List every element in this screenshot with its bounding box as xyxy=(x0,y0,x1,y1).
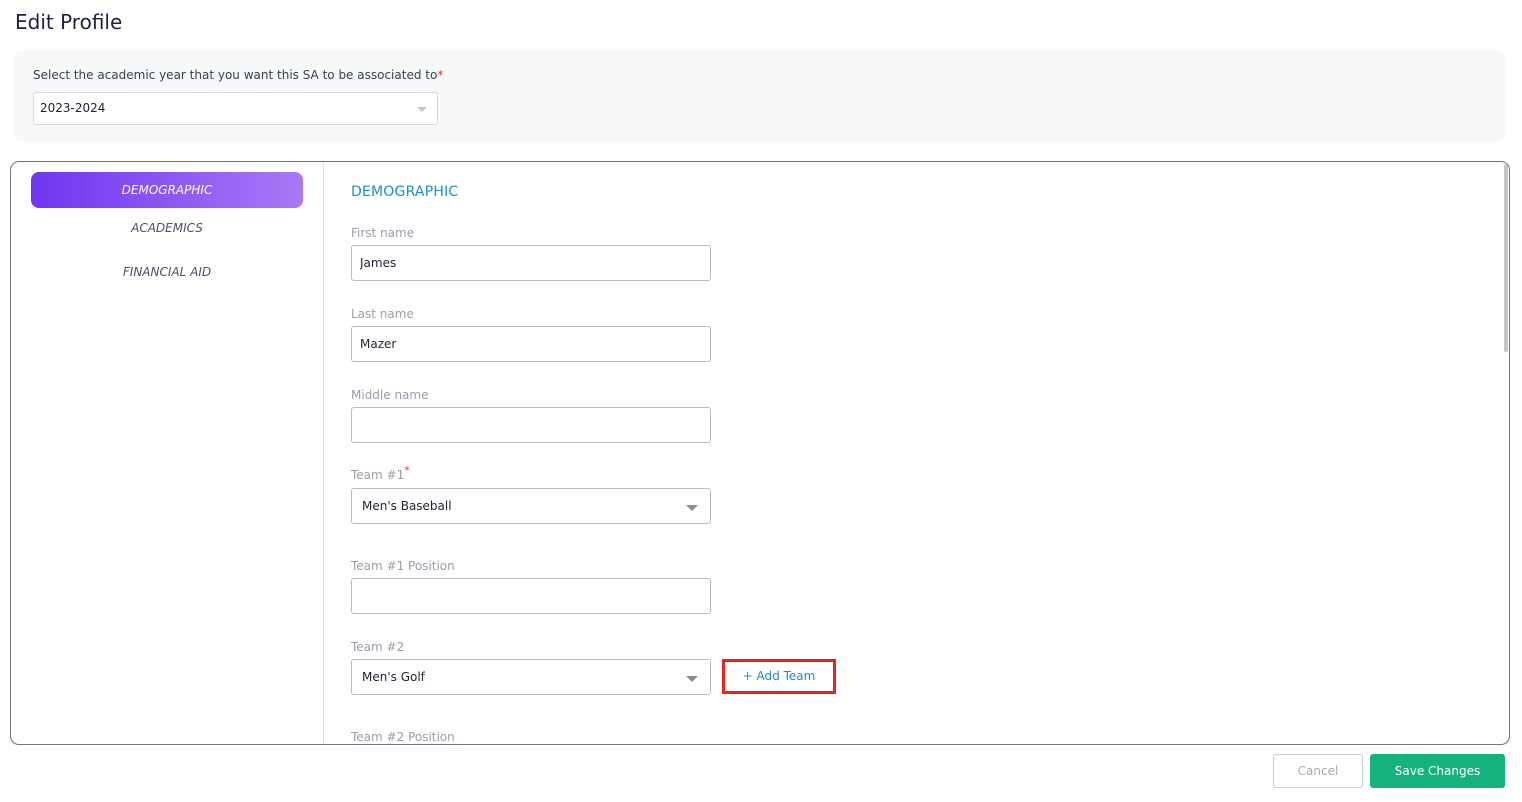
academic-year-label: Select the academic year that you want t… xyxy=(33,68,443,82)
section-sidebar: DEMOGRAPHIC ACADEMICS FINANCIAL AID xyxy=(11,162,324,744)
add-team-button[interactable]: + Add Team xyxy=(722,659,836,694)
sidebar-item-academics[interactable]: ACADEMICS xyxy=(31,210,303,246)
last-name-label: Last name xyxy=(351,307,414,321)
team2-label: Team #2 xyxy=(351,640,405,654)
form-content: DEMOGRAPHIC First name Last name Middle … xyxy=(325,162,1509,744)
team1-label: Team #1* xyxy=(351,464,410,482)
first-name-label: First name xyxy=(351,226,415,240)
academic-year-value: 2023-2024 xyxy=(40,101,106,115)
scrollbar-thumb[interactable] xyxy=(1504,164,1508,352)
save-changes-button[interactable]: Save Changes xyxy=(1370,754,1505,788)
page-title: Edit Profile xyxy=(15,10,123,34)
academic-year-panel: Select the academic year that you want t… xyxy=(14,50,1505,142)
first-name-field[interactable] xyxy=(351,245,711,281)
sidebar-item-demographic[interactable]: DEMOGRAPHIC xyxy=(31,172,303,208)
team2-select[interactable]: Men's Golf xyxy=(351,659,711,695)
team1-value: Men's Baseball xyxy=(362,499,452,513)
chevron-down-icon xyxy=(417,107,427,112)
form-scrollbar[interactable] xyxy=(1503,162,1509,744)
cancel-button[interactable]: Cancel xyxy=(1273,754,1363,788)
chevron-down-icon xyxy=(686,505,698,511)
section-title: DEMOGRAPHIC xyxy=(351,184,459,200)
team1-select[interactable]: Men's Baseball xyxy=(351,488,711,524)
last-name-field[interactable] xyxy=(351,326,711,362)
team1-position-field[interactable] xyxy=(351,578,711,614)
academic-year-label-text: Select the academic year that you want t… xyxy=(33,68,438,82)
team1-position-label: Team #1 Position xyxy=(351,559,455,573)
required-mark: * xyxy=(437,68,444,82)
academic-year-select[interactable]: 2023-2024 xyxy=(33,92,438,125)
profile-form-card: DEMOGRAPHIC ACADEMICS FINANCIAL AID DEMO… xyxy=(10,161,1510,745)
required-mark: * xyxy=(404,464,410,477)
sidebar-item-financial-aid[interactable]: FINANCIAL AID xyxy=(31,254,303,290)
team2-position-label: Team #2 Position xyxy=(351,730,455,744)
middle-name-field[interactable] xyxy=(351,407,711,443)
team1-label-text: Team #1 xyxy=(351,468,405,482)
middle-name-label: Middle name xyxy=(351,388,429,402)
team2-value: Men's Golf xyxy=(362,670,425,684)
chevron-down-icon xyxy=(686,676,698,682)
